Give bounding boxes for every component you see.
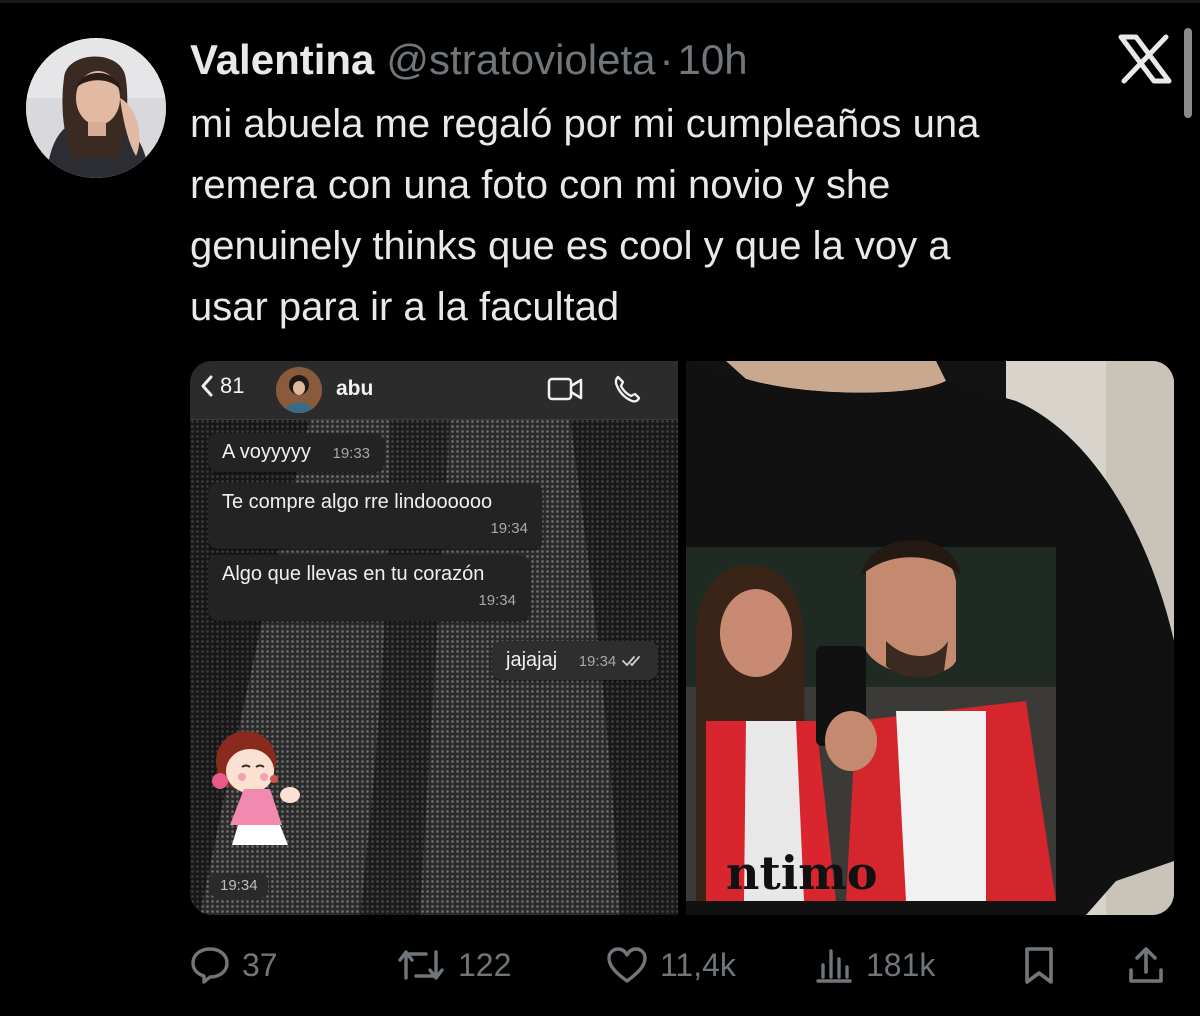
chat-header: 81 abu	[190, 361, 678, 420]
avatar-photo	[26, 38, 166, 178]
reply-button[interactable]: 37	[190, 946, 278, 984]
tweet-timestamp[interactable]: 10h	[678, 36, 748, 84]
like-button[interactable]: 11,4k	[606, 946, 736, 984]
action-bar: 37 122 11,4k 181k	[190, 940, 1174, 996]
unread-count: 81	[220, 373, 245, 398]
double-check-icon	[621, 655, 640, 667]
profile-avatar[interactable]	[26, 38, 166, 178]
message-time: 19:34	[490, 520, 528, 537]
repost-button[interactable]: 122	[396, 946, 511, 984]
view-count: 181k	[866, 946, 936, 983]
like-count: 11,4k	[660, 946, 736, 983]
x-logo-icon	[1118, 34, 1172, 84]
views-icon	[816, 949, 852, 983]
tweet-media[interactable]: 81 abu A voyyyyy 19:33 Te compre algo rr…	[190, 361, 1174, 915]
display-name[interactable]: Valentina	[190, 36, 374, 84]
bookmark-button[interactable]	[1022, 946, 1056, 986]
back-button[interactable]: 81	[200, 373, 244, 399]
message-bubble[interactable]: A voyyyyy 19:33	[208, 433, 385, 472]
header-separator: ·	[659, 36, 674, 83]
sent-message-bubble[interactable]: jajajaj 19:34	[492, 641, 658, 680]
shirt-photo[interactable]: ntimo	[686, 361, 1174, 915]
share-button[interactable]	[1126, 946, 1166, 986]
message-bubble[interactable]: Algo que llevas en tu corazón 19:34	[208, 555, 530, 621]
message-time: 19:34	[478, 592, 516, 609]
shirt-print-text: ntimo	[726, 846, 878, 900]
chat-screenshot[interactable]: 81 abu A voyyyyy 19:33 Te compre algo rr…	[190, 361, 678, 915]
views-button[interactable]: 181k	[814, 946, 935, 984]
reply-icon	[191, 947, 229, 984]
repost-icon	[398, 950, 444, 980]
message-text: A voyyyyy	[222, 441, 311, 463]
message-text: jajajaj	[506, 649, 558, 671]
message-time: 19:34	[578, 653, 617, 670]
contact-name[interactable]: abu	[336, 377, 373, 401]
contact-avatar[interactable]	[276, 367, 322, 413]
user-handle[interactable]: @stratovioleta	[386, 36, 655, 84]
message-time: 19:33	[332, 445, 371, 462]
message-text: Algo que llevas en tu corazón	[222, 563, 485, 585]
message-bubble[interactable]: Te compre algo rre lindoooooo 19:34	[208, 483, 542, 549]
phone-icon[interactable]	[612, 374, 642, 404]
chevron-left-icon	[201, 375, 213, 397]
bookmark-icon	[1025, 947, 1053, 984]
video-call-icon[interactable]	[547, 376, 583, 402]
repost-count: 122	[458, 946, 512, 983]
sticker-image[interactable]	[204, 721, 314, 861]
reply-count: 37	[242, 946, 278, 983]
message-text: Te compre algo rre lindoooooo	[222, 491, 493, 513]
tweet-header: Valentina @stratovioleta · 10h	[190, 36, 748, 84]
top-edge	[0, 0, 1200, 3]
share-icon	[1129, 947, 1163, 983]
tweet-text: mi abuela me regaló por mi cumpleaños un…	[190, 102, 980, 329]
sticker-time: 19:34	[210, 873, 268, 898]
scrollbar[interactable]	[1184, 28, 1192, 118]
like-icon	[607, 947, 647, 983]
shirt-photo-drawing: ntimo	[686, 361, 1174, 915]
